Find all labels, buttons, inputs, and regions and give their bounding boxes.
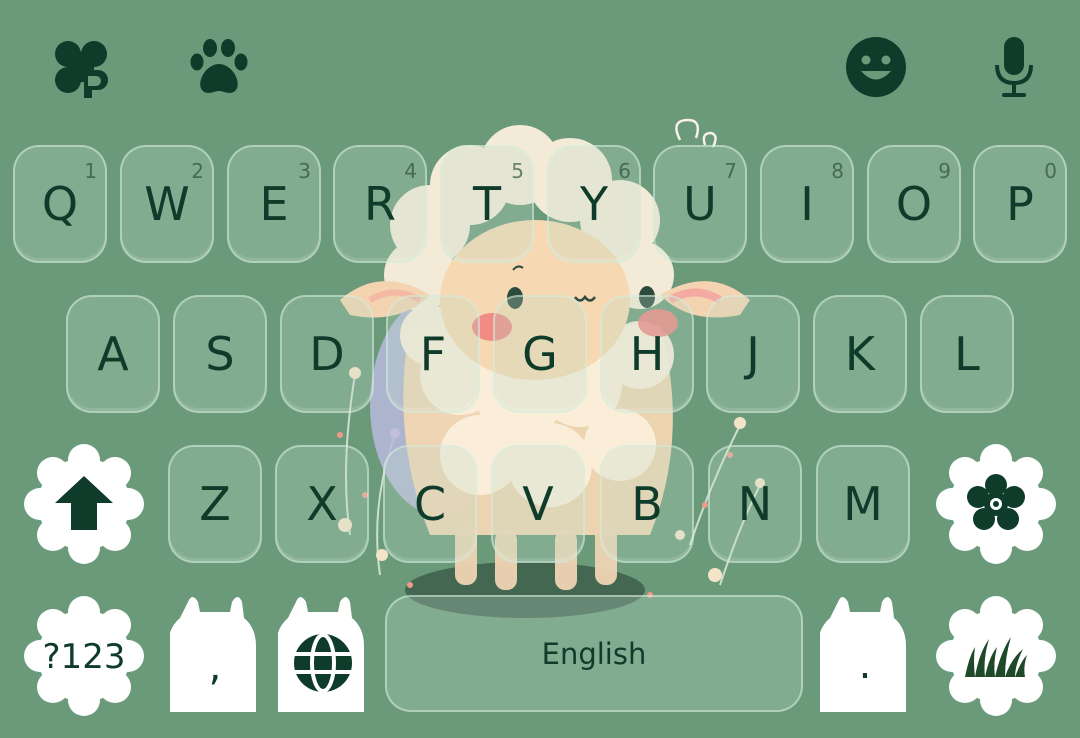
key-f[interactable]: F (386, 295, 480, 413)
key-t[interactable]: T5 (440, 145, 534, 263)
key-k[interactable]: K (813, 295, 907, 413)
key-u[interactable]: U7 (653, 145, 747, 263)
paw-icon (190, 39, 248, 93)
key-z[interactable]: Z (168, 445, 262, 563)
key-label: I (800, 177, 814, 231)
comma-key[interactable]: , (170, 592, 260, 717)
keyboard: Q1 W2 E3 R4 T5 Y6 U7 I8 O9 P0 A S D F G … (0, 0, 1080, 738)
emoji-button[interactable] (841, 32, 911, 102)
delete-key[interactable] (935, 443, 1057, 565)
key-e[interactable]: E3 (227, 145, 321, 263)
key-label: H (629, 327, 665, 381)
key-label: O (895, 177, 933, 231)
globe-icon (294, 633, 352, 693)
key-hint: 3 (298, 159, 311, 183)
key-b[interactable]: B (600, 445, 694, 563)
shift-key[interactable] (23, 443, 145, 565)
key-l[interactable]: L (920, 295, 1014, 413)
spacebar[interactable]: English (385, 595, 803, 712)
key-label: M (843, 477, 883, 531)
period-label: . (858, 642, 872, 688)
key-x[interactable]: X (275, 445, 369, 563)
period-key[interactable]: . (820, 592, 910, 717)
key-v[interactable]: V (491, 445, 585, 563)
key-label: K (844, 327, 876, 381)
key-hint: 4 (404, 159, 417, 183)
key-hint: 0 (1044, 159, 1057, 183)
key-i[interactable]: I8 (760, 145, 854, 263)
key-label: J (746, 327, 760, 381)
key-d[interactable]: D (280, 295, 374, 413)
key-label: T (472, 177, 502, 231)
comma-label: , (208, 644, 222, 690)
key-h[interactable]: H (600, 295, 694, 413)
enter-key[interactable] (935, 595, 1057, 717)
key-hint: 2 (191, 159, 204, 183)
key-o[interactable]: O9 (867, 145, 961, 263)
key-hint: 7 (724, 159, 737, 183)
spacebar-label: English (541, 637, 647, 671)
key-label: R (364, 177, 396, 231)
key-w[interactable]: W2 (120, 145, 214, 263)
key-label: E (259, 177, 289, 231)
symbols-key[interactable]: ?123 (23, 595, 145, 717)
key-label: N (737, 477, 773, 531)
paw-sticker-button[interactable] (184, 32, 254, 102)
key-label: Z (199, 477, 231, 531)
key-n[interactable]: N (708, 445, 802, 563)
key-s[interactable]: S (173, 295, 267, 413)
clover-icon (55, 41, 108, 98)
key-p[interactable]: P0 (973, 145, 1067, 263)
key-r[interactable]: R4 (333, 145, 427, 263)
key-label: Q (41, 177, 79, 231)
key-hint: 8 (831, 159, 844, 183)
key-label: V (522, 477, 554, 531)
key-label: G (522, 327, 558, 381)
key-label: X (306, 477, 338, 531)
voice-input-button[interactable] (979, 32, 1049, 102)
key-label: D (309, 327, 345, 381)
key-y[interactable]: Y6 (547, 145, 641, 263)
key-j[interactable]: J (706, 295, 800, 413)
key-label: P (1006, 177, 1034, 231)
shift-flower-bg (24, 444, 144, 564)
key-a[interactable]: A (66, 295, 160, 413)
microphone-icon (995, 37, 1033, 97)
language-key[interactable] (278, 592, 368, 717)
key-q[interactable]: Q1 (13, 145, 107, 263)
emoji-icon (846, 37, 906, 97)
key-hint: 9 (938, 159, 951, 183)
key-label: W (144, 177, 190, 231)
clover-theme-button[interactable] (46, 32, 116, 102)
key-label: S (205, 327, 235, 381)
delete-flower-bg (936, 444, 1056, 564)
key-m[interactable]: M (816, 445, 910, 563)
key-hint: 1 (84, 159, 97, 183)
key-hint: 6 (618, 159, 631, 183)
key-label: B (631, 477, 663, 531)
key-label: C (413, 477, 447, 531)
key-label: F (419, 327, 447, 381)
key-c[interactable]: C (383, 445, 477, 563)
symbols-label: ?123 (42, 637, 126, 677)
key-label: Y (579, 177, 609, 231)
key-g[interactable]: G (493, 295, 587, 413)
key-label: U (683, 177, 717, 231)
key-hint: 5 (511, 159, 524, 183)
key-label: A (97, 327, 129, 381)
key-label: L (954, 327, 980, 381)
enter-flower-bg (936, 596, 1056, 716)
